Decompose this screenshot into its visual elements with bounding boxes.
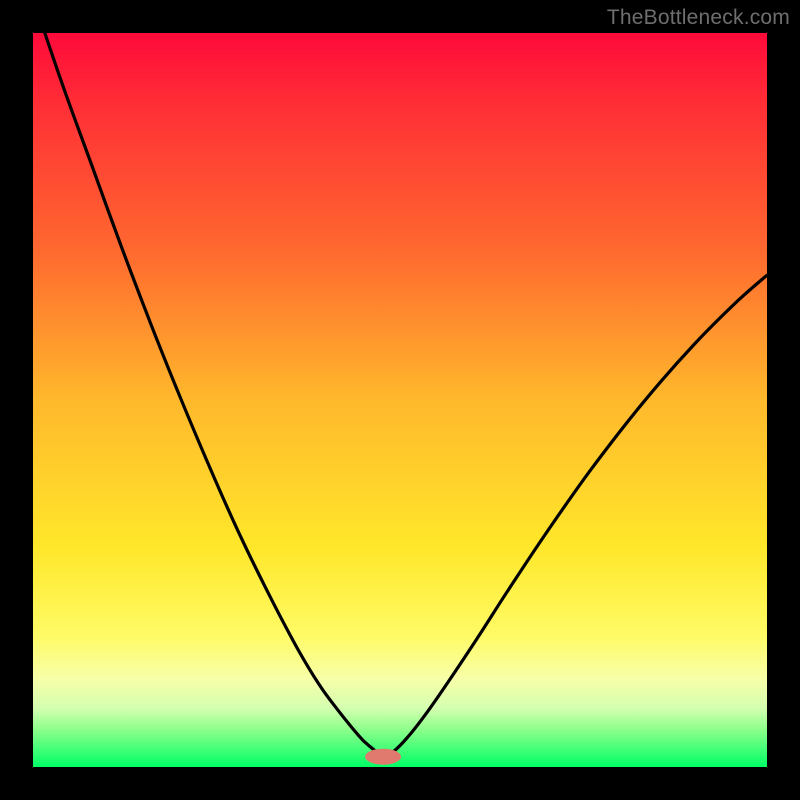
bottleneck-curve — [33, 33, 767, 758]
minimum-marker — [365, 749, 401, 765]
curve-svg — [33, 33, 767, 767]
chart-frame: TheBottleneck.com — [0, 0, 800, 800]
plot-area — [33, 33, 767, 767]
watermark-text: TheBottleneck.com — [607, 6, 790, 30]
